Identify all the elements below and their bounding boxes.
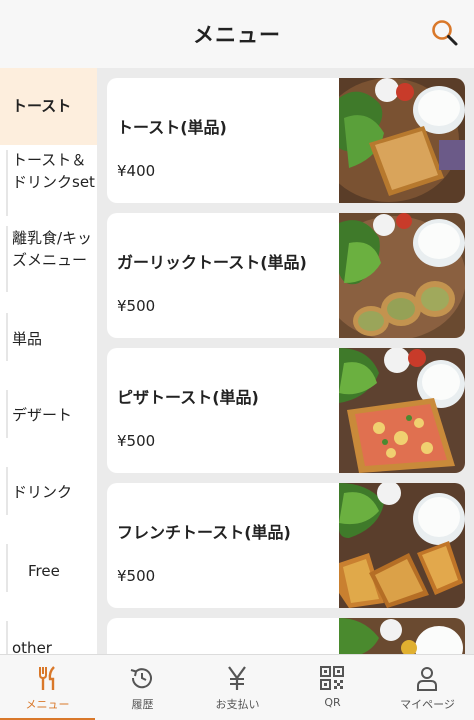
sidebar-item-single[interactable]: 単品	[0, 299, 97, 376]
user-icon	[417, 667, 437, 691]
category-sidebar: トースト トースト＆ドリンクset 離乳食/キッズメニュー 単品 デザート ドリ…	[0, 68, 97, 654]
sidebar-item-toast[interactable]: トースト	[0, 68, 97, 145]
divider	[6, 390, 8, 438]
bottom-nav: メニュー 履歴 お支払い QR マイページ	[0, 654, 474, 720]
search-icon	[432, 20, 458, 46]
sidebar-item-free[interactable]: Free	[0, 530, 97, 607]
menu-card-toast[interactable]: トースト(単品) ¥400	[107, 78, 465, 203]
sidebar-item-label: ドリンク	[12, 483, 73, 501]
app-header: メニュー	[0, 0, 474, 68]
menu-item-price: ¥400	[117, 162, 156, 180]
page-title: メニュー	[193, 23, 281, 47]
sidebar-item-label: 単品	[12, 330, 43, 348]
history-icon	[130, 668, 152, 689]
sidebar-item-label: Free	[28, 562, 60, 580]
divider	[6, 467, 8, 515]
nav-payment[interactable]: お支払い	[190, 655, 285, 720]
nav-label: マイページ	[400, 698, 455, 711]
nav-history[interactable]: 履歴	[95, 655, 190, 720]
french-toast-photo	[339, 483, 465, 608]
nav-mypage[interactable]: マイページ	[380, 655, 474, 720]
divider	[6, 621, 8, 654]
divider	[6, 226, 8, 292]
nav-menu[interactable]: メニュー	[0, 655, 95, 720]
yen-icon	[228, 666, 246, 690]
sidebar-item-other[interactable]: other	[0, 607, 97, 654]
garlic-toast-photo	[339, 213, 465, 338]
menu-card-pizza-toast[interactable]: ピザトースト(単品) ¥500	[107, 348, 465, 473]
menu-item-price: ¥500	[117, 567, 156, 585]
nav-label: 履歴	[131, 698, 154, 711]
fork-knife-icon	[39, 666, 55, 690]
nav-label: QR	[324, 696, 341, 709]
sidebar-item-dessert[interactable]: デザート	[0, 376, 97, 453]
sidebar-item-label: デザート	[12, 406, 73, 424]
toast-photo	[339, 78, 465, 203]
divider	[6, 544, 8, 592]
menu-item-price: ¥500	[117, 297, 156, 315]
divider	[6, 150, 8, 216]
menu-item-photo	[339, 618, 465, 654]
sidebar-item-label: 離乳食/キッズメニュー	[12, 229, 93, 269]
qr-code-icon	[320, 666, 344, 690]
nav-qr[interactable]: QR	[285, 655, 380, 720]
menu-card-garlic-toast[interactable]: ガーリックトースト(単品) ¥500	[107, 213, 465, 338]
nav-label: メニュー	[25, 698, 70, 711]
sidebar-item-toast-drink-set[interactable]: トースト＆ドリンクset	[0, 145, 97, 221]
menu-item-name: フレンチトースト(単品)	[117, 523, 291, 542]
sidebar-item-label: トースト	[12, 97, 72, 115]
sidebar-item-baby-kids[interactable]: 離乳食/キッズメニュー	[0, 221, 97, 299]
search-button[interactable]	[430, 18, 460, 48]
nav-label: お支払い	[215, 698, 260, 711]
menu-card-partial[interactable]	[107, 618, 465, 654]
menu-list: トースト(単品) ¥400 ガーリックトースト(単品) ¥500 ピザトースト(…	[97, 68, 474, 654]
sidebar-item-drink[interactable]: ドリンク	[0, 453, 97, 530]
menu-item-price: ¥500	[117, 432, 156, 450]
menu-item-name: ガーリックトースト(単品)	[117, 253, 307, 272]
sidebar-item-label: トースト＆ドリンクset	[12, 151, 95, 191]
pizza-toast-photo	[339, 348, 465, 473]
menu-item-name: ピザトースト(単品)	[117, 388, 259, 407]
menu-card-french-toast[interactable]: フレンチトースト(単品) ¥500	[107, 483, 465, 608]
sidebar-item-label: other	[12, 639, 52, 654]
menu-item-name: トースト(単品)	[117, 118, 227, 137]
divider	[6, 313, 8, 361]
